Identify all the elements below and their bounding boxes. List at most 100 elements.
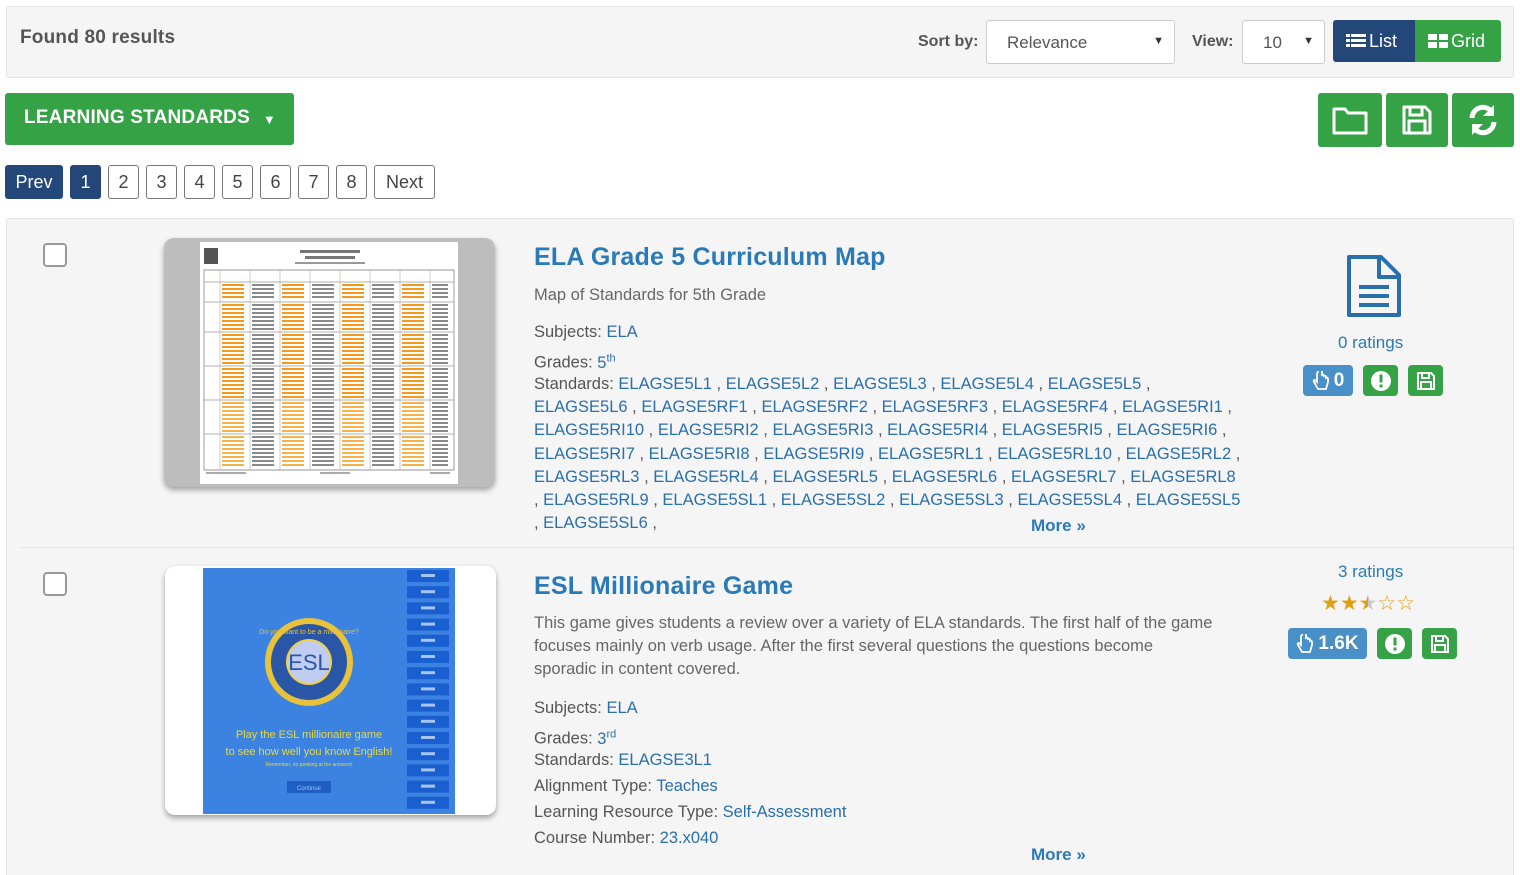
learning-standards-dropdown[interactable]: LEARNING STANDARDS ▼	[5, 93, 294, 145]
result-2-save-button[interactable]	[1422, 628, 1457, 659]
standard-link[interactable]: ELAGSE5L5	[1048, 375, 1142, 393]
standard-link[interactable]: ELAGSE5RI8	[649, 445, 750, 463]
hand-pointer-icon	[1297, 633, 1314, 653]
result-2-title[interactable]: ESL Millionaire Game	[534, 572, 793, 601]
standard-link[interactable]: ELAGSE5RI7	[534, 445, 635, 463]
grid-view-button[interactable]: Grid	[1415, 20, 1501, 62]
result-2-like-button[interactable]: 1.6K	[1288, 628, 1367, 659]
curriculum-map-preview	[200, 242, 458, 484]
caret-down-icon: ▼	[262, 112, 276, 127]
standard-link[interactable]: ELAGSE5RI2	[658, 421, 759, 439]
folder-button[interactable]	[1318, 93, 1382, 147]
standard-link[interactable]: ELAGSE5L2	[726, 375, 820, 393]
standard-link[interactable]: ELAGSE3L1	[618, 751, 712, 769]
star-empty-icon: ☆	[1377, 592, 1397, 615]
next-page-button[interactable]: Next	[374, 165, 435, 199]
standard-link[interactable]: ELAGSE5RL3	[534, 468, 639, 486]
standard-link[interactable]: ELAGSE5RI1	[1122, 398, 1223, 416]
star-empty-icon: ☆	[1396, 592, 1416, 615]
standard-link[interactable]: ELAGSE5RL4	[653, 468, 758, 486]
grade-value[interactable]: 3rd	[597, 728, 616, 748]
subject-link[interactable]: ELA	[606, 323, 637, 341]
standard-link[interactable]: ELAGSE5SL3	[899, 491, 1004, 509]
page-8-button[interactable]: 8	[336, 165, 367, 199]
grade-value[interactable]: 5th	[597, 352, 615, 372]
standard-link[interactable]: ELAGSE5SL6	[543, 514, 648, 532]
star-half-icon: ★	[1358, 592, 1378, 615]
standard-link[interactable]: ELAGSE5RL10	[997, 445, 1112, 463]
standard-link[interactable]: ELAGSE5SL1	[662, 491, 767, 509]
page-3-button[interactable]: 3	[146, 165, 177, 199]
standard-link[interactable]: ELAGSE5SL5	[1136, 491, 1241, 509]
standard-link[interactable]: ELAGSE5RF2	[761, 398, 867, 416]
exclamation-circle-icon	[1384, 633, 1405, 654]
page-7-button[interactable]: 7	[298, 165, 329, 199]
grades-label: Grades:	[534, 729, 593, 748]
alignment-link[interactable]: Teaches	[656, 777, 717, 795]
result-2-subjects: Subjects: ELA	[534, 695, 638, 721]
standard-link[interactable]: ELAGSE5L4	[940, 375, 1034, 393]
save-button[interactable]	[1386, 93, 1448, 147]
save-icon	[1402, 105, 1432, 135]
page-4-button[interactable]: 4	[184, 165, 215, 199]
page-5-button[interactable]: 5	[222, 165, 253, 199]
result-1-more-link[interactable]: More »	[1031, 516, 1086, 536]
standard-link[interactable]: ELAGSE5SL4	[1017, 491, 1122, 509]
standard-link[interactable]: ELAGSE5RI3	[772, 421, 873, 439]
standard-link[interactable]: ELAGSE5RL1	[878, 445, 983, 463]
document-icon	[1347, 255, 1401, 317]
result-1-ratings[interactable]: 0 ratings	[1338, 333, 1403, 353]
standard-link[interactable]: ELAGSE5SL2	[781, 491, 886, 509]
list-view-button[interactable]: List	[1333, 20, 1415, 62]
ring-text: Do you want to be a millionaire?	[259, 629, 359, 636]
subjects-label: Subjects:	[534, 323, 602, 341]
exclamation-circle-icon	[1370, 370, 1391, 391]
standard-link[interactable]: ELAGSE5RI9	[763, 445, 864, 463]
result-1-checkbox[interactable]	[43, 243, 67, 267]
standard-link[interactable]: ELAGSE5RL2	[1126, 445, 1231, 463]
view-select-value: 10	[1263, 33, 1282, 52]
subject-link[interactable]: ELA	[606, 699, 637, 717]
curriculum-map-image	[203, 248, 455, 474]
standard-link[interactable]: ELAGSE5RI5	[1002, 421, 1103, 439]
learning-standards-label: LEARNING STANDARDS	[24, 107, 250, 128]
sort-select[interactable]: Relevance ▼	[986, 20, 1175, 64]
result-1-title[interactable]: ELA Grade 5 Curriculum Map	[534, 243, 886, 272]
standard-link[interactable]: ELAGSE5RL7	[1011, 468, 1116, 486]
standard-link[interactable]: ELAGSE5L6	[534, 398, 628, 416]
result-1-report-button[interactable]	[1363, 365, 1398, 396]
resource-type-link[interactable]: Self-Assessment	[723, 803, 847, 821]
page-6-button[interactable]: 6	[260, 165, 291, 199]
result-2-ratings[interactable]: 3 ratings	[1338, 562, 1403, 582]
standard-link[interactable]: ELAGSE5RL8	[1130, 468, 1235, 486]
result-2-checkbox[interactable]	[43, 572, 67, 596]
view-select[interactable]: 10 ▼	[1242, 20, 1325, 64]
standard-link[interactable]: ELAGSE5RL5	[773, 468, 878, 486]
standard-link[interactable]: ELAGSE5RF3	[882, 398, 988, 416]
standard-link[interactable]: ELAGSE5RF1	[641, 398, 747, 416]
course-number-link[interactable]: 23.x040	[660, 829, 719, 847]
result-2-standards: Standards: ELAGSE3L1	[534, 747, 712, 773]
standard-link[interactable]: ELAGSE5RI4	[887, 421, 988, 439]
standard-link[interactable]: ELAGSE5RL9	[543, 491, 648, 509]
result-2-thumbnail[interactable]: ESL Do you want to be a millionaire? Pla…	[165, 566, 496, 815]
standard-link[interactable]: ELAGSE5RI10	[534, 421, 644, 439]
result-1-thumbnail[interactable]	[164, 238, 495, 487]
standard-link[interactable]: ELAGSE5RL6	[892, 468, 997, 486]
refresh-button[interactable]	[1452, 93, 1514, 147]
result-2-alignment: Alignment Type: Teaches	[534, 773, 718, 799]
game-caption-3: Remember, no peeking at the answers!	[266, 762, 353, 768]
standard-link[interactable]: ELAGSE5RF4	[1002, 398, 1108, 416]
prev-page-button[interactable]: Prev	[5, 165, 63, 199]
page-2-button[interactable]: 2	[108, 165, 139, 199]
result-1-save-button[interactable]	[1408, 365, 1443, 396]
page-1-button[interactable]: 1	[70, 165, 101, 199]
result-2-report-button[interactable]	[1377, 628, 1412, 659]
result-1-like-button[interactable]: 0	[1303, 365, 1353, 396]
standard-link[interactable]: ELAGSE5L3	[833, 375, 927, 393]
resource-type-label: Learning Resource Type:	[534, 803, 719, 821]
result-2-more-link[interactable]: More »	[1031, 845, 1086, 865]
result-2-resource-type: Learning Resource Type: Self-Assessment	[534, 799, 846, 825]
standard-link[interactable]: ELAGSE5L1	[618, 375, 712, 393]
standard-link[interactable]: ELAGSE5RI6	[1116, 421, 1217, 439]
